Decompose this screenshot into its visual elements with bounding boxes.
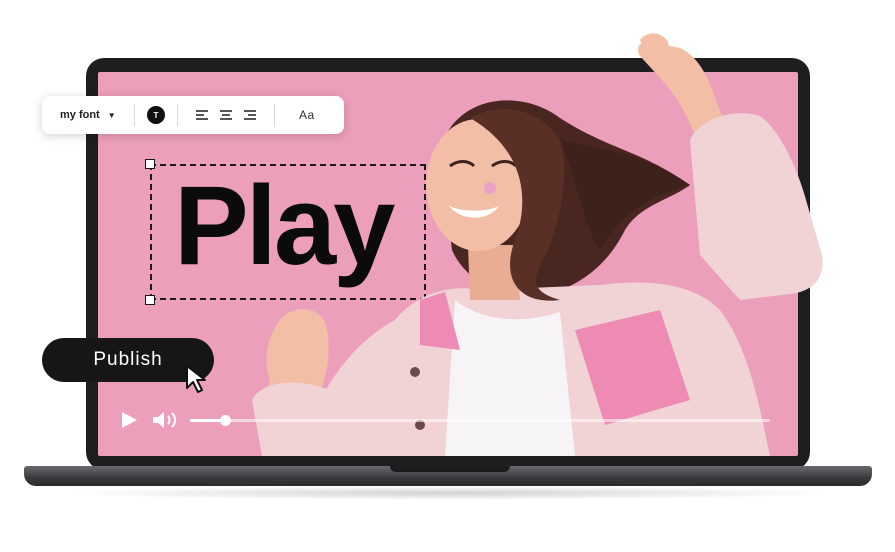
font-dropdown[interactable]: my font ▼ — [42, 109, 134, 121]
font-name-label: my font — [60, 109, 100, 121]
align-right-icon[interactable] — [244, 110, 256, 120]
cursor-icon — [186, 365, 206, 393]
text-color-button[interactable]: T — [147, 106, 165, 124]
video-progress-knob[interactable] — [219, 415, 231, 426]
caret-down-icon: ▼ — [107, 110, 116, 120]
text-case-button[interactable]: Aa — [275, 108, 315, 122]
alignment-group — [178, 110, 274, 120]
text-format-toolbar: my font ▼ T Aa — [42, 96, 344, 134]
woman-photo — [252, 33, 823, 456]
volume-icon[interactable] — [152, 410, 180, 430]
play-icon[interactable] — [120, 411, 140, 429]
align-left-icon[interactable] — [196, 110, 208, 120]
toolbar-divider — [134, 104, 135, 126]
video-progress-bar[interactable] — [190, 415, 770, 426]
text-color-label: T — [153, 110, 159, 120]
align-center-icon[interactable] — [220, 110, 232, 120]
